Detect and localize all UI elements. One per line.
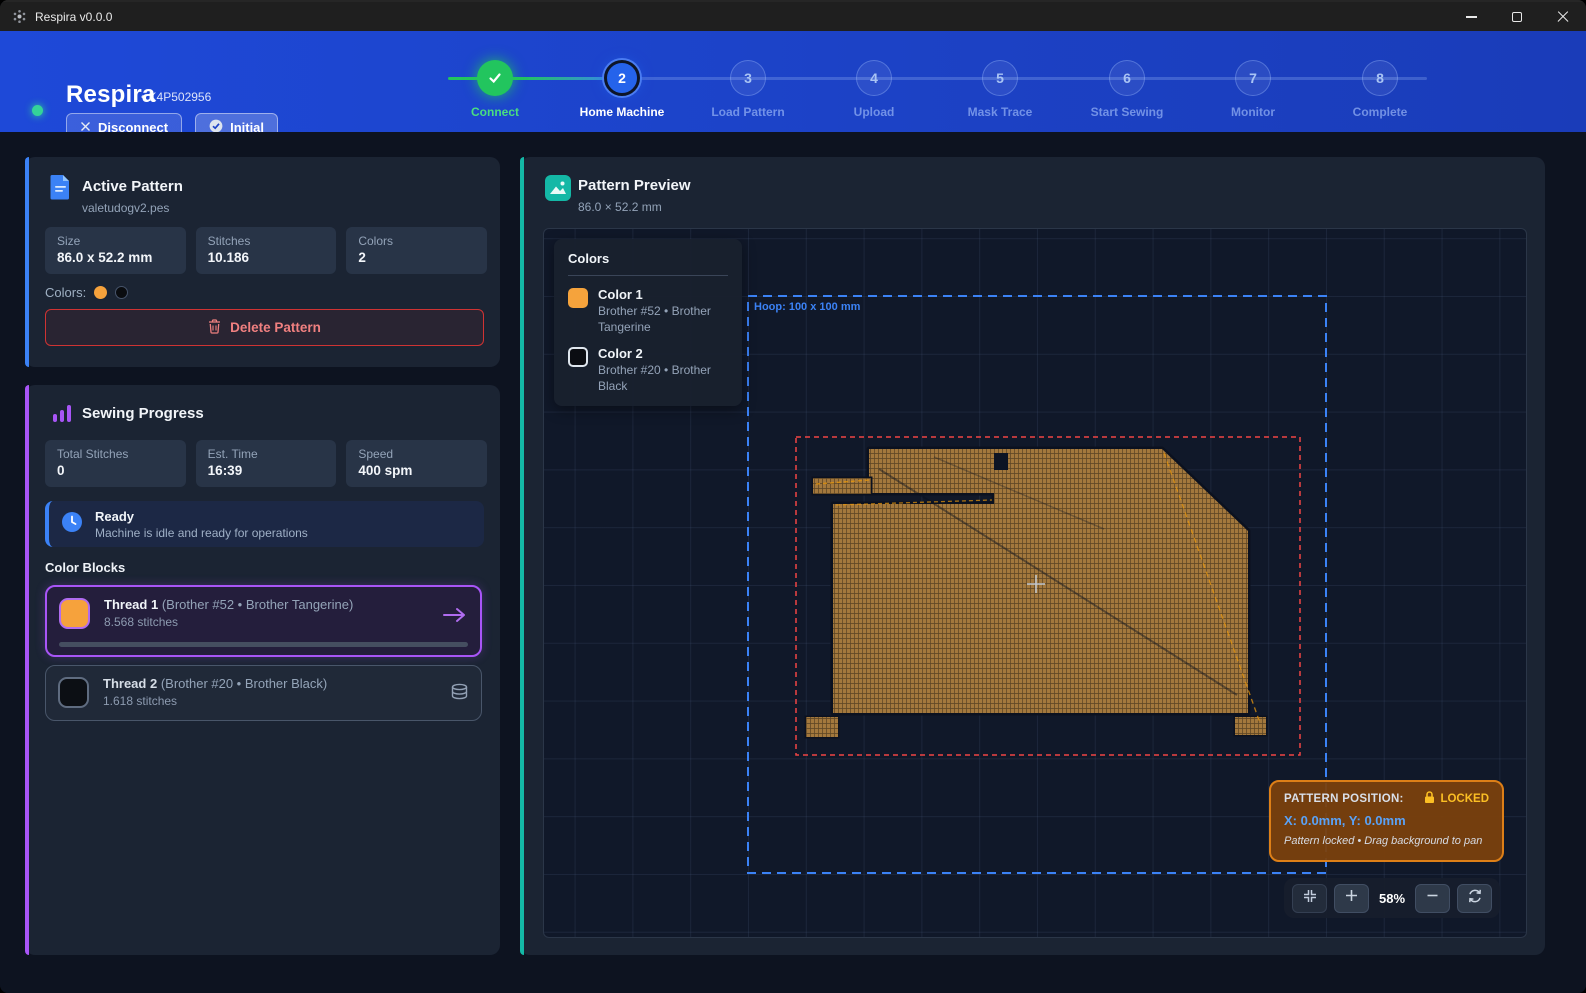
image-icon: [545, 175, 571, 206]
app-window: Respira v0.0.0 Respira • K4P502956 Disco…: [0, 0, 1586, 993]
active-pattern-title: Active Pattern: [82, 178, 183, 195]
fit-view-button[interactable]: [1292, 884, 1327, 913]
thread-2-swatch: [58, 677, 89, 708]
locked-badge: LOCKED: [1440, 793, 1489, 805]
thread-1-row[interactable]: Thread 1 (Brother #52 • Brother Tangerin…: [45, 585, 482, 657]
card-accent-teal: [520, 157, 524, 955]
status-description: Machine is idle and ready for operations: [95, 526, 308, 540]
sewing-stats: Total Stitches 0 Est. Time 16:39 Speed 4…: [45, 440, 487, 487]
clock-icon: [61, 511, 83, 538]
maximize-icon: [1512, 12, 1522, 22]
position-hint: Pattern locked • Drag background to pan: [1284, 835, 1489, 847]
card-accent-purple: [25, 385, 29, 955]
app-header: Respira • K4P502956 Disconnect Initial C…: [0, 31, 1586, 132]
minus-icon: [1425, 888, 1440, 908]
titlebar: Respira v0.0.0: [0, 0, 1586, 31]
color-blocks-label: Color Blocks: [45, 560, 125, 575]
zoom-toolbar: 58%: [1284, 878, 1500, 918]
minimize-button[interactable]: [1448, 2, 1494, 31]
color-swatch-black: [115, 286, 128, 299]
thread-1-progress-bar: [59, 642, 468, 647]
document-icon: [50, 174, 71, 205]
step-load-pattern: 3 Load Pattern: [685, 60, 811, 119]
serial-number: • K4P502956: [141, 90, 211, 104]
hoop-label: Hoop: 100 x 100 mm: [754, 301, 860, 313]
thread-1-swatch: [59, 598, 90, 629]
pattern-colors-row: Colors:: [45, 285, 128, 300]
machine-status-banner: Ready Machine is idle and ready for oper…: [45, 501, 484, 547]
compress-icon: [1302, 888, 1318, 909]
close-icon: [1557, 11, 1569, 23]
plus-icon: [1344, 888, 1359, 908]
arrow-right-icon: [442, 607, 468, 628]
sewing-progress-title: Sewing Progress: [82, 405, 204, 422]
pattern-filename: valetudogv2.pes: [82, 201, 169, 215]
pattern-stats: Size 86.0 x 52.2 mm Stitches 10.186 Colo…: [45, 227, 487, 274]
preview-canvas[interactable]: Hoop: 100 x 100 mm Colors Color 1 Brothe…: [543, 228, 1527, 938]
color-swatch-orange: [94, 286, 107, 299]
connection-status-dot: [32, 105, 43, 116]
reset-view-button[interactable]: [1457, 884, 1492, 913]
pattern-preview-title: Pattern Preview: [578, 177, 691, 194]
lock-icon: [1424, 791, 1435, 807]
app-icon: [12, 9, 27, 24]
maximize-button[interactable]: [1494, 2, 1540, 31]
legend-entry-color2: Color 2 Brother #20 • Brother Black: [568, 346, 728, 394]
sewing-progress-card: Sewing Progress Total Stitches 0 Est. Ti…: [25, 385, 500, 955]
zoom-out-button[interactable]: [1415, 884, 1450, 913]
minimize-icon: [1466, 16, 1477, 18]
pattern-preview-card: Pattern Preview 86.0 × 52.2 mm: [520, 157, 1545, 955]
stat-total-stitches: Total Stitches 0: [45, 440, 186, 487]
refresh-icon: [1467, 888, 1483, 909]
stat-est-time: Est. Time 16:39: [196, 440, 337, 487]
position-coordinates: X: 0.0mm, Y: 0.0mm: [1284, 813, 1489, 828]
window-title: Respira v0.0.0: [35, 10, 112, 24]
legend-title: Colors: [568, 251, 728, 276]
thread-2-row[interactable]: Thread 2 (Brother #20 • Brother Black) 1…: [45, 665, 482, 721]
stat-size: Size 86.0 x 52.2 mm: [45, 227, 186, 274]
stat-colors: Colors 2: [346, 227, 487, 274]
status-title: Ready: [95, 509, 308, 524]
step-monitor: 7 Monitor: [1190, 60, 1316, 119]
bar-chart-icon: [52, 403, 72, 428]
pattern-position-box: PATTERN POSITION: LOCKED X: 0.0mm, Y: 0.…: [1269, 780, 1504, 862]
card-accent-blue: [25, 157, 29, 367]
step-complete: 8 Complete: [1317, 60, 1443, 119]
zoom-in-button[interactable]: [1334, 884, 1369, 913]
step-mask-trace: 5 Mask Trace: [937, 60, 1063, 119]
active-pattern-card: Active Pattern valetudogv2.pes Size 86.0…: [25, 157, 500, 367]
delete-pattern-button[interactable]: Delete Pattern: [45, 309, 484, 346]
step-connect: Connect: [432, 60, 558, 119]
trash-icon: [208, 319, 221, 337]
close-button[interactable]: [1540, 2, 1586, 31]
legend-swatch-orange: [568, 288, 588, 308]
layers-stack-icon: [450, 683, 469, 706]
stat-speed: Speed 400 spm: [346, 440, 487, 487]
pattern-dimensions: 86.0 × 52.2 mm: [578, 200, 662, 214]
main-content: Active Pattern valetudogv2.pes Size 86.0…: [0, 132, 1586, 993]
step-upload: 4 Upload: [811, 60, 937, 119]
colors-legend: Colors Color 1 Brother #52 • Brother Tan…: [554, 239, 742, 406]
step-check-icon: [477, 60, 513, 96]
legend-swatch-black: [568, 347, 588, 367]
position-label: PATTERN POSITION:: [1284, 793, 1404, 805]
step-start-sewing: 6 Start Sewing: [1064, 60, 1190, 119]
step-home-machine: 2 Home Machine: [559, 60, 685, 119]
stat-stitches: Stitches 10.186: [196, 227, 337, 274]
legend-entry-color1: Color 1 Brother #52 • Brother Tangerine: [568, 287, 728, 335]
zoom-level: 58%: [1376, 891, 1408, 906]
